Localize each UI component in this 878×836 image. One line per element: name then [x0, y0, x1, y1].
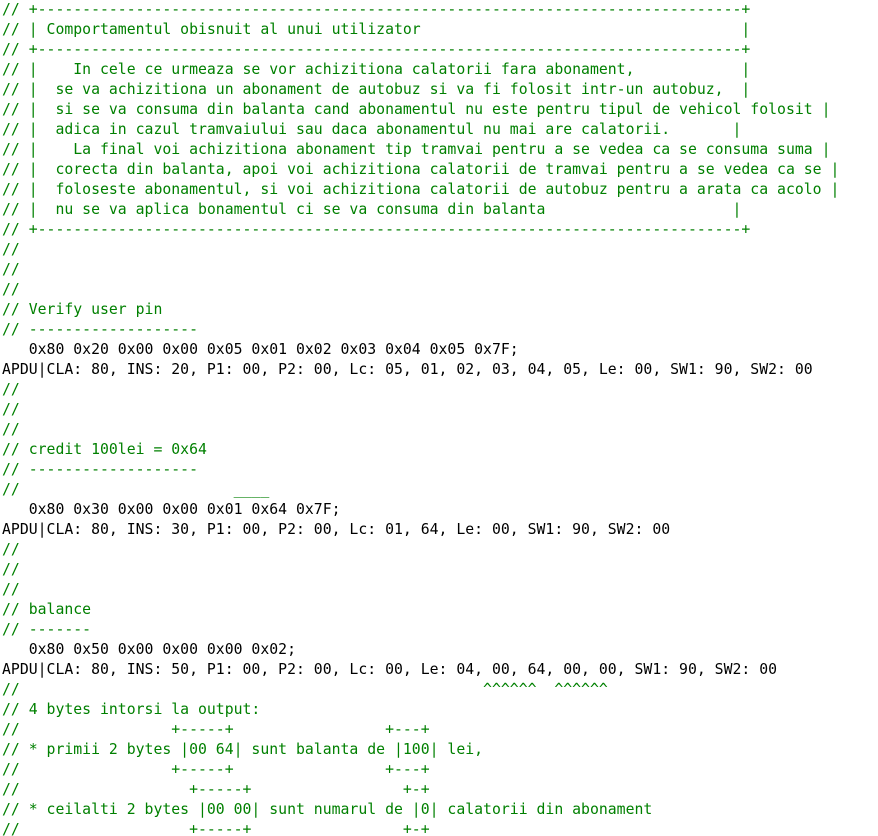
- comment-line: // -------------------: [2, 321, 198, 338]
- comment-line: // -------: [2, 621, 92, 638]
- comment-line: // +------------------------------------…: [2, 41, 751, 58]
- comment-line: //: [2, 541, 20, 558]
- comment-line: // | corecta din balanta, apoi voi achiz…: [2, 161, 840, 178]
- comment-line: // +-----+ +-+: [2, 821, 430, 836]
- comment-line: // ^^^^^^ ^^^^^^: [2, 681, 608, 698]
- code-line: 0x80 0x30 0x00 0x00 0x01 0x64 0x7F;: [2, 501, 341, 518]
- comment-line: //: [2, 241, 20, 258]
- comment-line: // 4 bytes intorsi la output:: [2, 701, 261, 718]
- comment-line: // | In cele ce urmeaza se vor achizitio…: [2, 61, 751, 78]
- comment-line: // ____: [2, 481, 270, 498]
- comment-line: // * primii 2 bytes |00 64| sunt balanta…: [2, 741, 484, 758]
- comment-line: // -------------------: [2, 461, 198, 478]
- output-line: APDU|CLA: 80, INS: 30, P1: 00, P2: 00, L…: [2, 521, 671, 538]
- comment-line: //: [2, 381, 20, 398]
- comment-line: // balance: [2, 601, 92, 618]
- comment-line: // Verify user pin: [2, 301, 163, 318]
- comment-line: // +-----+ +---+: [2, 761, 430, 778]
- comment-line: // | Comportamentul obisnuit al unui uti…: [2, 21, 751, 38]
- comment-line: // | adica in cazul tramvaiului sau daca…: [2, 121, 742, 138]
- code-line: 0x80 0x20 0x00 0x00 0x05 0x01 0x02 0x03 …: [2, 341, 519, 358]
- comment-line: //: [2, 421, 20, 438]
- output-line: APDU|CLA: 80, INS: 50, P1: 00, P2: 00, L…: [2, 661, 778, 678]
- comment-line: // * ceilalti 2 bytes |00 00| sunt numar…: [2, 801, 653, 818]
- comment-line: // | se va achizitiona un abonament de a…: [2, 81, 751, 98]
- comment-line: // | La final voi achizitiona abonament …: [2, 141, 831, 158]
- comment-line: // | foloseste abonamentul, si voi achiz…: [2, 181, 840, 198]
- comment-line: // | nu se va aplica bonamentul ci se va…: [2, 201, 742, 218]
- comment-line: //: [2, 581, 20, 598]
- comment-line: // credit 100lei = 0x64: [2, 441, 207, 458]
- comment-line: //: [2, 561, 20, 578]
- code-editor-view[interactable]: // +------------------------------------…: [0, 0, 878, 836]
- comment-line: //: [2, 401, 20, 418]
- code-line: 0x80 0x50 0x00 0x00 0x00 0x02;: [2, 641, 296, 658]
- comment-line: // +-----+ +---+: [2, 721, 430, 738]
- comment-line: // +-----+ +-+: [2, 781, 430, 798]
- comment-line: // +------------------------------------…: [2, 221, 751, 238]
- comment-line: // | si se va consuma din balanta cand a…: [2, 101, 831, 118]
- comment-line: //: [2, 261, 20, 278]
- comment-line: // +------------------------------------…: [2, 1, 751, 18]
- comment-line: //: [2, 281, 20, 298]
- output-line: APDU|CLA: 80, INS: 20, P1: 00, P2: 00, L…: [2, 361, 813, 378]
